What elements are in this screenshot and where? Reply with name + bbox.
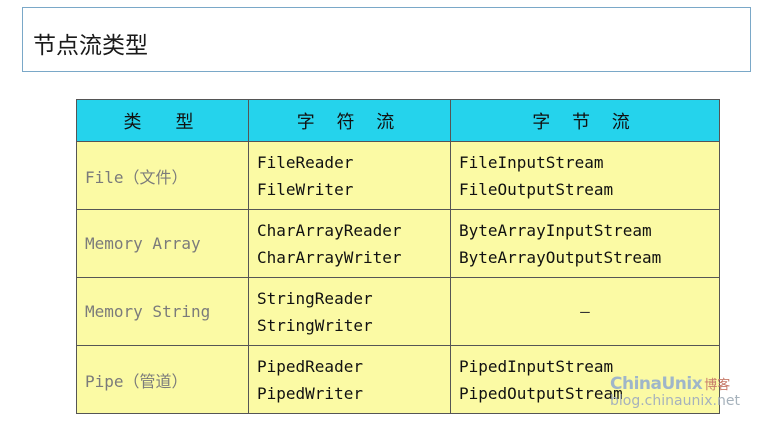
node-stream-table: 类 型 字 符 流 字 节 流 File（文件） FileReader File…: [76, 99, 720, 414]
row-type-memory-string: Memory String: [76, 277, 249, 346]
slide-title-box: 节点流类型: [22, 7, 751, 72]
header-char-stream: 字 符 流: [248, 99, 451, 142]
row-type-memory-array: Memory Array: [76, 209, 249, 278]
class-name: StringWriter: [257, 315, 373, 335]
class-name: StringReader: [257, 288, 373, 308]
class-name: PipedWriter: [257, 383, 363, 403]
char-stream-cell: CharArrayReader CharArrayWriter: [248, 209, 451, 278]
class-name: ByteArrayInputStream: [459, 220, 652, 240]
slide-title: 节点流类型: [33, 33, 148, 59]
class-name: CharArrayWriter: [257, 247, 402, 267]
class-name: FileReader: [257, 152, 354, 172]
byte-stream-cell: ByteArrayInputStream ByteArrayOutputStre…: [450, 209, 720, 278]
class-name: FileWriter: [257, 179, 354, 199]
class-name: PipedOutputStream: [459, 383, 623, 403]
class-name: CharArrayReader: [257, 220, 402, 240]
char-stream-cell: FileReader FileWriter: [248, 141, 451, 210]
class-name: PipedInputStream: [459, 356, 614, 376]
row-type-file: File（文件）: [76, 141, 249, 210]
row-type-pipe: Pipe（管道）: [76, 345, 249, 414]
table-row: File（文件） FileReader FileWriter FileInput…: [76, 141, 720, 210]
table-row: Pipe（管道） PipedReader PipedWriter PipedIn…: [76, 345, 720, 414]
byte-stream-cell: PipedInputStream PipedOutputStream: [450, 345, 720, 414]
byte-stream-cell: FileInputStream FileOutputStream: [450, 141, 720, 210]
class-name: FileInputStream: [459, 152, 604, 172]
class-name: FileOutputStream: [459, 179, 614, 199]
table-header-row: 类 型 字 符 流 字 节 流: [76, 99, 720, 142]
char-stream-cell: PipedReader PipedWriter: [248, 345, 451, 414]
class-name: PipedReader: [257, 356, 363, 376]
class-name: ByteArrayOutputStream: [459, 247, 662, 267]
table-row: Memory Array CharArrayReader CharArrayWr…: [76, 209, 720, 278]
char-stream-cell: StringReader StringWriter: [248, 277, 451, 346]
table-row: Memory String StringReader StringWriter …: [76, 277, 720, 346]
byte-stream-empty-cell: —: [450, 277, 720, 346]
header-type: 类 型: [76, 99, 249, 142]
header-byte-stream: 字 节 流: [450, 99, 720, 142]
